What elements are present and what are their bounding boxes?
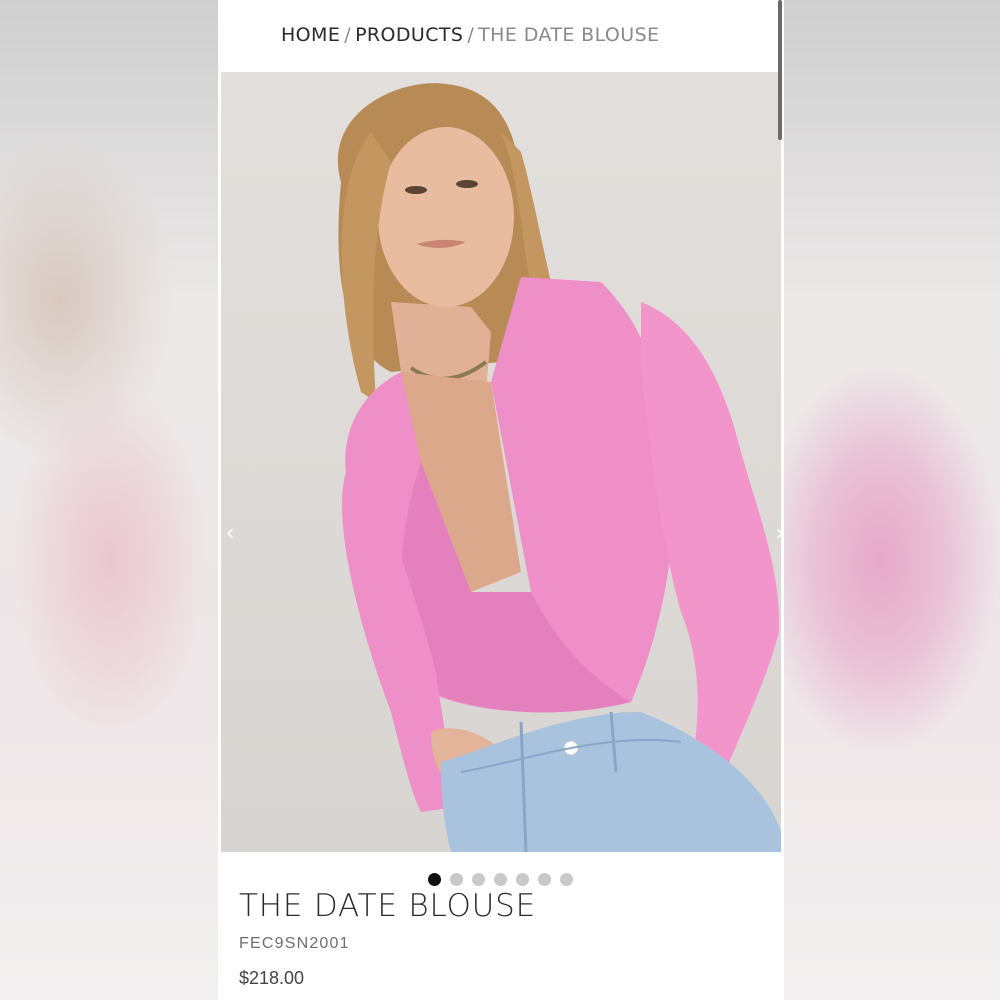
breadcrumb-products-link[interactable]: PRODUCTS [355,24,463,46]
product-photo [337,83,781,852]
carousel-dot-3[interactable] [472,873,485,886]
carousel-dot-4[interactable] [494,873,507,886]
carousel-dot-6[interactable] [538,873,551,886]
product-price: $218.00 [239,968,305,988]
carousel-dot-2[interactable] [450,873,463,886]
carousel-pagination [428,873,573,886]
product-page: HOME / PRODUCTS / THE DATE BLOUSE ‹ THE … [218,0,784,1000]
product-sku: FEC9SN2001 [239,935,350,952]
carousel-dot-1[interactable] [428,873,441,886]
product-image-carousel[interactable]: ‹ › [221,72,781,852]
chevron-left-icon[interactable]: ‹ [221,522,239,546]
chevron-right-icon[interactable]: › [771,522,781,546]
breadcrumb-separator: / [467,24,475,46]
breadcrumb-separator: / [344,24,352,46]
carousel-dot-7[interactable] [560,873,573,886]
breadcrumb: HOME / PRODUCTS / THE DATE BLOUSE [281,24,659,46]
breadcrumb-home-link[interactable]: HOME [281,24,340,46]
breadcrumb-current: THE DATE BLOUSE [478,24,660,46]
carousel-dot-5[interactable] [516,873,529,886]
product-title: THE DATE BLOUSE [239,888,537,924]
scrollbar[interactable] [778,0,782,140]
